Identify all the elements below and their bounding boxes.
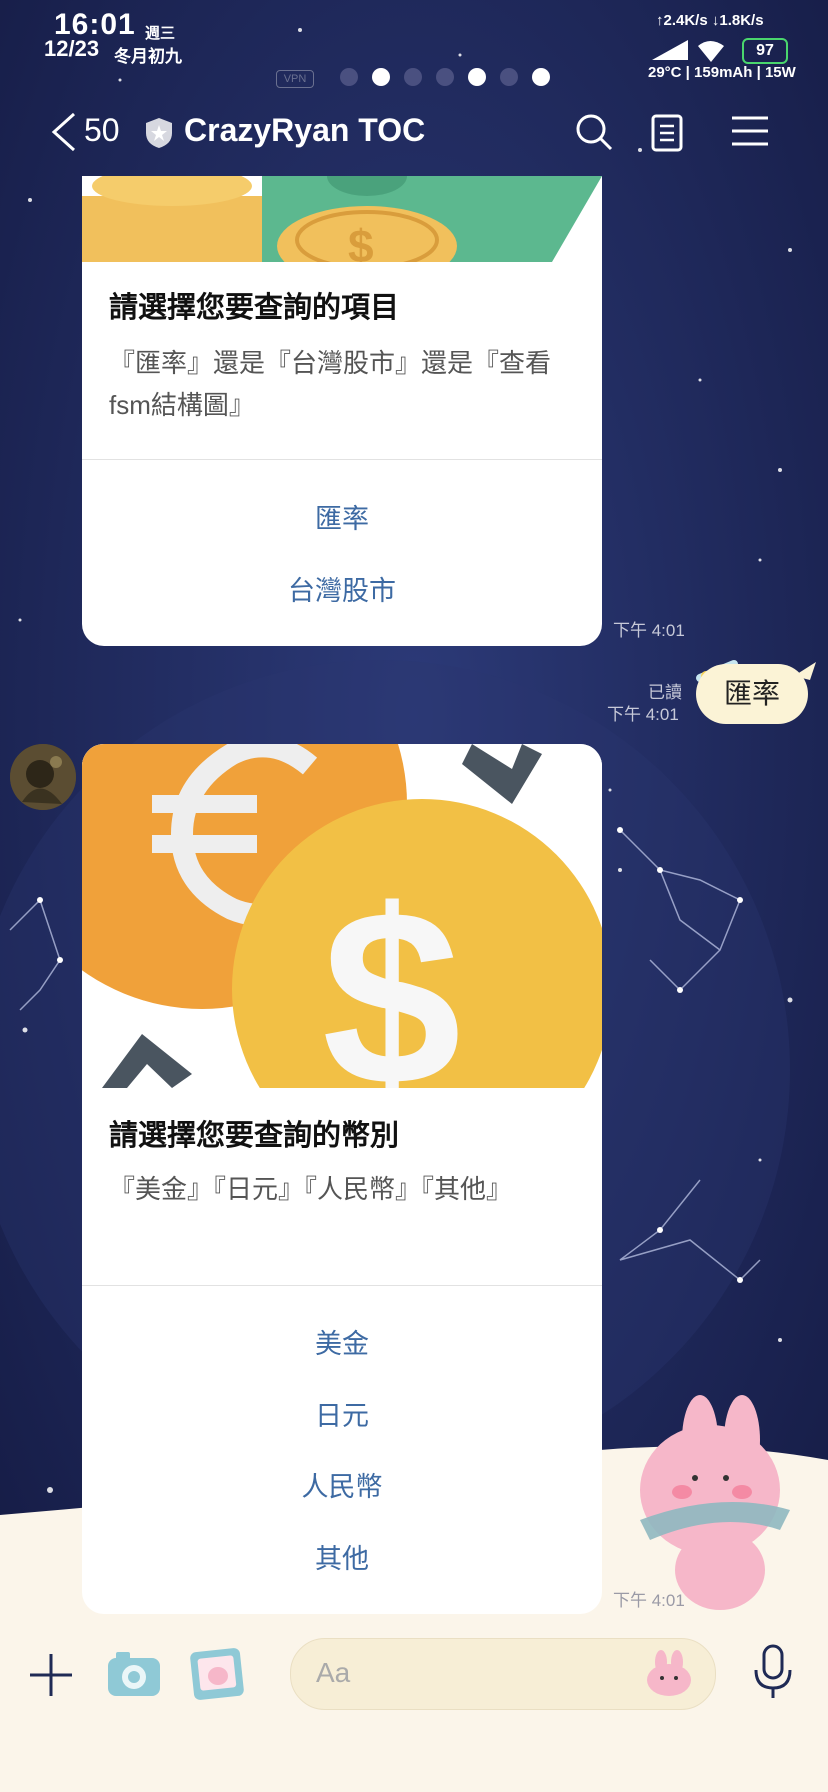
chat-title[interactable]: CrazyRyan TOC xyxy=(184,112,425,149)
notification-icon xyxy=(340,68,358,86)
avatar[interactable] xyxy=(10,744,76,810)
option-other[interactable]: 其他 xyxy=(82,1537,602,1576)
network-speed: ↑2.4K/s ↓1.8K/s xyxy=(656,12,764,29)
status-weekday: 週三 xyxy=(145,25,176,42)
wifi-hotspot-icon xyxy=(404,68,422,86)
moon-icon xyxy=(500,68,518,86)
status-icons xyxy=(340,68,550,86)
plus-icon[interactable] xyxy=(28,1652,74,1698)
status-date: 12/23 xyxy=(44,36,100,61)
unread-count[interactable]: 50 xyxy=(84,112,120,149)
shield-icon xyxy=(146,118,172,148)
status-lunar-date: 冬月初九 xyxy=(114,47,182,66)
tiktok-icon xyxy=(436,68,454,86)
nfc-icon xyxy=(532,68,550,86)
back-chevron-icon[interactable] xyxy=(48,110,78,154)
sent-message-bubble[interactable]: 匯率 xyxy=(696,664,808,724)
card-title: 請選擇您要查詢的幣別 xyxy=(109,1120,400,1152)
message-time: 下午 4:01 xyxy=(613,621,685,640)
svg-text:$: $ xyxy=(348,220,374,262)
coins-image: $ xyxy=(82,176,602,262)
signal-icon xyxy=(652,40,724,62)
option-taiwan-stock[interactable]: 台灣股市 xyxy=(82,569,602,608)
card-description: 『美金』『日元』『人民幣』『其他』 xyxy=(109,1174,513,1204)
notes-icon[interactable] xyxy=(650,112,686,152)
message-card-menu: $ 請選擇您要查詢的項目 『匯率』還是『台灣股市』還是『查看fsm結構圖』 匯率… xyxy=(82,176,602,646)
location-icon xyxy=(468,68,486,86)
card-description: 『匯率』還是『台灣股市』還是『查看fsm結構圖』 xyxy=(109,348,552,420)
sticker-icon[interactable] xyxy=(644,1648,694,1698)
photo-icon[interactable] xyxy=(188,1646,246,1702)
currency-image: $ xyxy=(82,744,602,1088)
card-divider xyxy=(82,459,602,460)
microphone-icon[interactable] xyxy=(752,1644,794,1700)
search-icon[interactable] xyxy=(574,112,614,152)
battery-info: 29°C | 159mAh | 15W xyxy=(648,64,796,81)
card-divider xyxy=(82,1285,602,1286)
message-card-currency: $ 請選擇您要查詢的幣別 『美金』『日元』『人民幣』『其他』 美金 日元 人民幣… xyxy=(82,744,602,1614)
menu-icon[interactable] xyxy=(730,114,770,148)
message-input-placeholder: Aa xyxy=(316,1657,351,1688)
message-time: 下午 4:01 xyxy=(607,705,679,724)
vpn-icon: VPN xyxy=(276,70,314,88)
option-usd[interactable]: 美金 xyxy=(82,1322,602,1361)
option-exchange-rate[interactable]: 匯率 xyxy=(82,497,602,536)
camera-icon[interactable] xyxy=(106,1650,162,1698)
svg-text:$: $ xyxy=(322,858,461,1088)
battery-icon: 97 xyxy=(742,38,788,64)
message-time: 下午 4:01 xyxy=(613,1591,685,1610)
avatar-image xyxy=(10,744,76,810)
option-jpy[interactable]: 日元 xyxy=(82,1394,602,1433)
card-title: 請選擇您要查詢的項目 xyxy=(109,292,400,324)
bluetooth-icon xyxy=(372,68,390,86)
option-cny[interactable]: 人民幣 xyxy=(82,1465,602,1504)
